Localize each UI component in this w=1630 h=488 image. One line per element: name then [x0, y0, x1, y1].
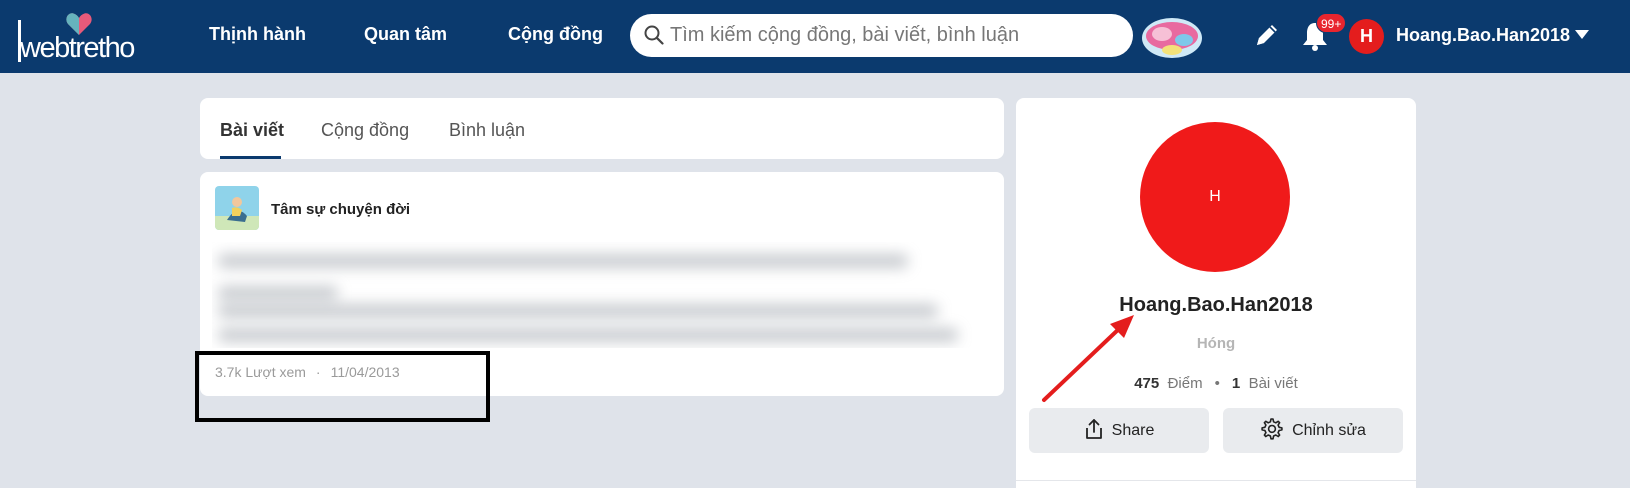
- stats-separator: •: [1214, 375, 1220, 392]
- card-divider: [1016, 480, 1416, 481]
- community-name[interactable]: Tâm sự chuyện đời: [271, 201, 410, 218]
- tab-posts[interactable]: Bài viết: [220, 120, 284, 141]
- pencil-icon[interactable]: [1252, 20, 1282, 50]
- tab-communities[interactable]: Cộng đồng: [321, 120, 409, 141]
- promo-banner-icon[interactable]: [1138, 12, 1206, 60]
- edit-profile-button[interactable]: Chỉnh sửa: [1223, 408, 1403, 453]
- points-label: Điểm: [1167, 375, 1203, 392]
- top-navigation-bar: webtretho Thịnh hành Quan tâm Cộng đồng …: [0, 0, 1630, 73]
- share-label: Share: [1111, 422, 1155, 439]
- posts-label: Bài viết: [1248, 375, 1298, 392]
- notification-badge: 99+: [1316, 13, 1347, 33]
- gear-icon: [1261, 417, 1283, 440]
- post-content-blurred[interactable]: [212, 242, 982, 348]
- nav-following[interactable]: Quan tâm: [364, 24, 447, 45]
- search-icon: [644, 25, 664, 45]
- points-value: 475: [1134, 375, 1160, 392]
- search-bar[interactable]: [630, 14, 1133, 57]
- tab-comments[interactable]: Bình luận: [449, 120, 525, 141]
- profile-rank: Hóng: [1196, 335, 1236, 352]
- profile-avatar: H: [1140, 122, 1290, 272]
- username-menu[interactable]: Hoang.Bao.Han2018: [1396, 25, 1570, 46]
- webtretho-logo[interactable]: webtretho: [18, 12, 148, 64]
- edit-label: Chỉnh sửa: [1292, 422, 1366, 439]
- community-thumbnail[interactable]: [215, 186, 259, 230]
- profile-stats: 475 Điểm • 1 Bài viết: [1016, 375, 1416, 392]
- share-icon: [1085, 418, 1102, 439]
- nav-community[interactable]: Cộng đồng: [508, 24, 603, 45]
- chevron-down-icon[interactable]: [1575, 30, 1589, 39]
- posts-value: 1: [1231, 375, 1241, 392]
- share-button[interactable]: Share: [1029, 408, 1209, 453]
- profile-name: Hoang.Bao.Han2018: [1119, 294, 1313, 316]
- profile-card: H Hoang.Bao.Han2018 Hóng 475 Điểm • 1 Bài …: [1016, 98, 1416, 488]
- nav-trending[interactable]: Thịnh hành: [209, 24, 306, 45]
- profile-tabs: Bài viết Cộng đồng Bình luận: [200, 98, 1004, 159]
- annotation-highlight-box: [195, 351, 490, 422]
- active-tab-indicator: [220, 156, 281, 159]
- search-input[interactable]: [670, 14, 1120, 57]
- user-avatar[interactable]: H: [1349, 19, 1384, 54]
- logo-text: webtretho: [20, 32, 135, 64]
